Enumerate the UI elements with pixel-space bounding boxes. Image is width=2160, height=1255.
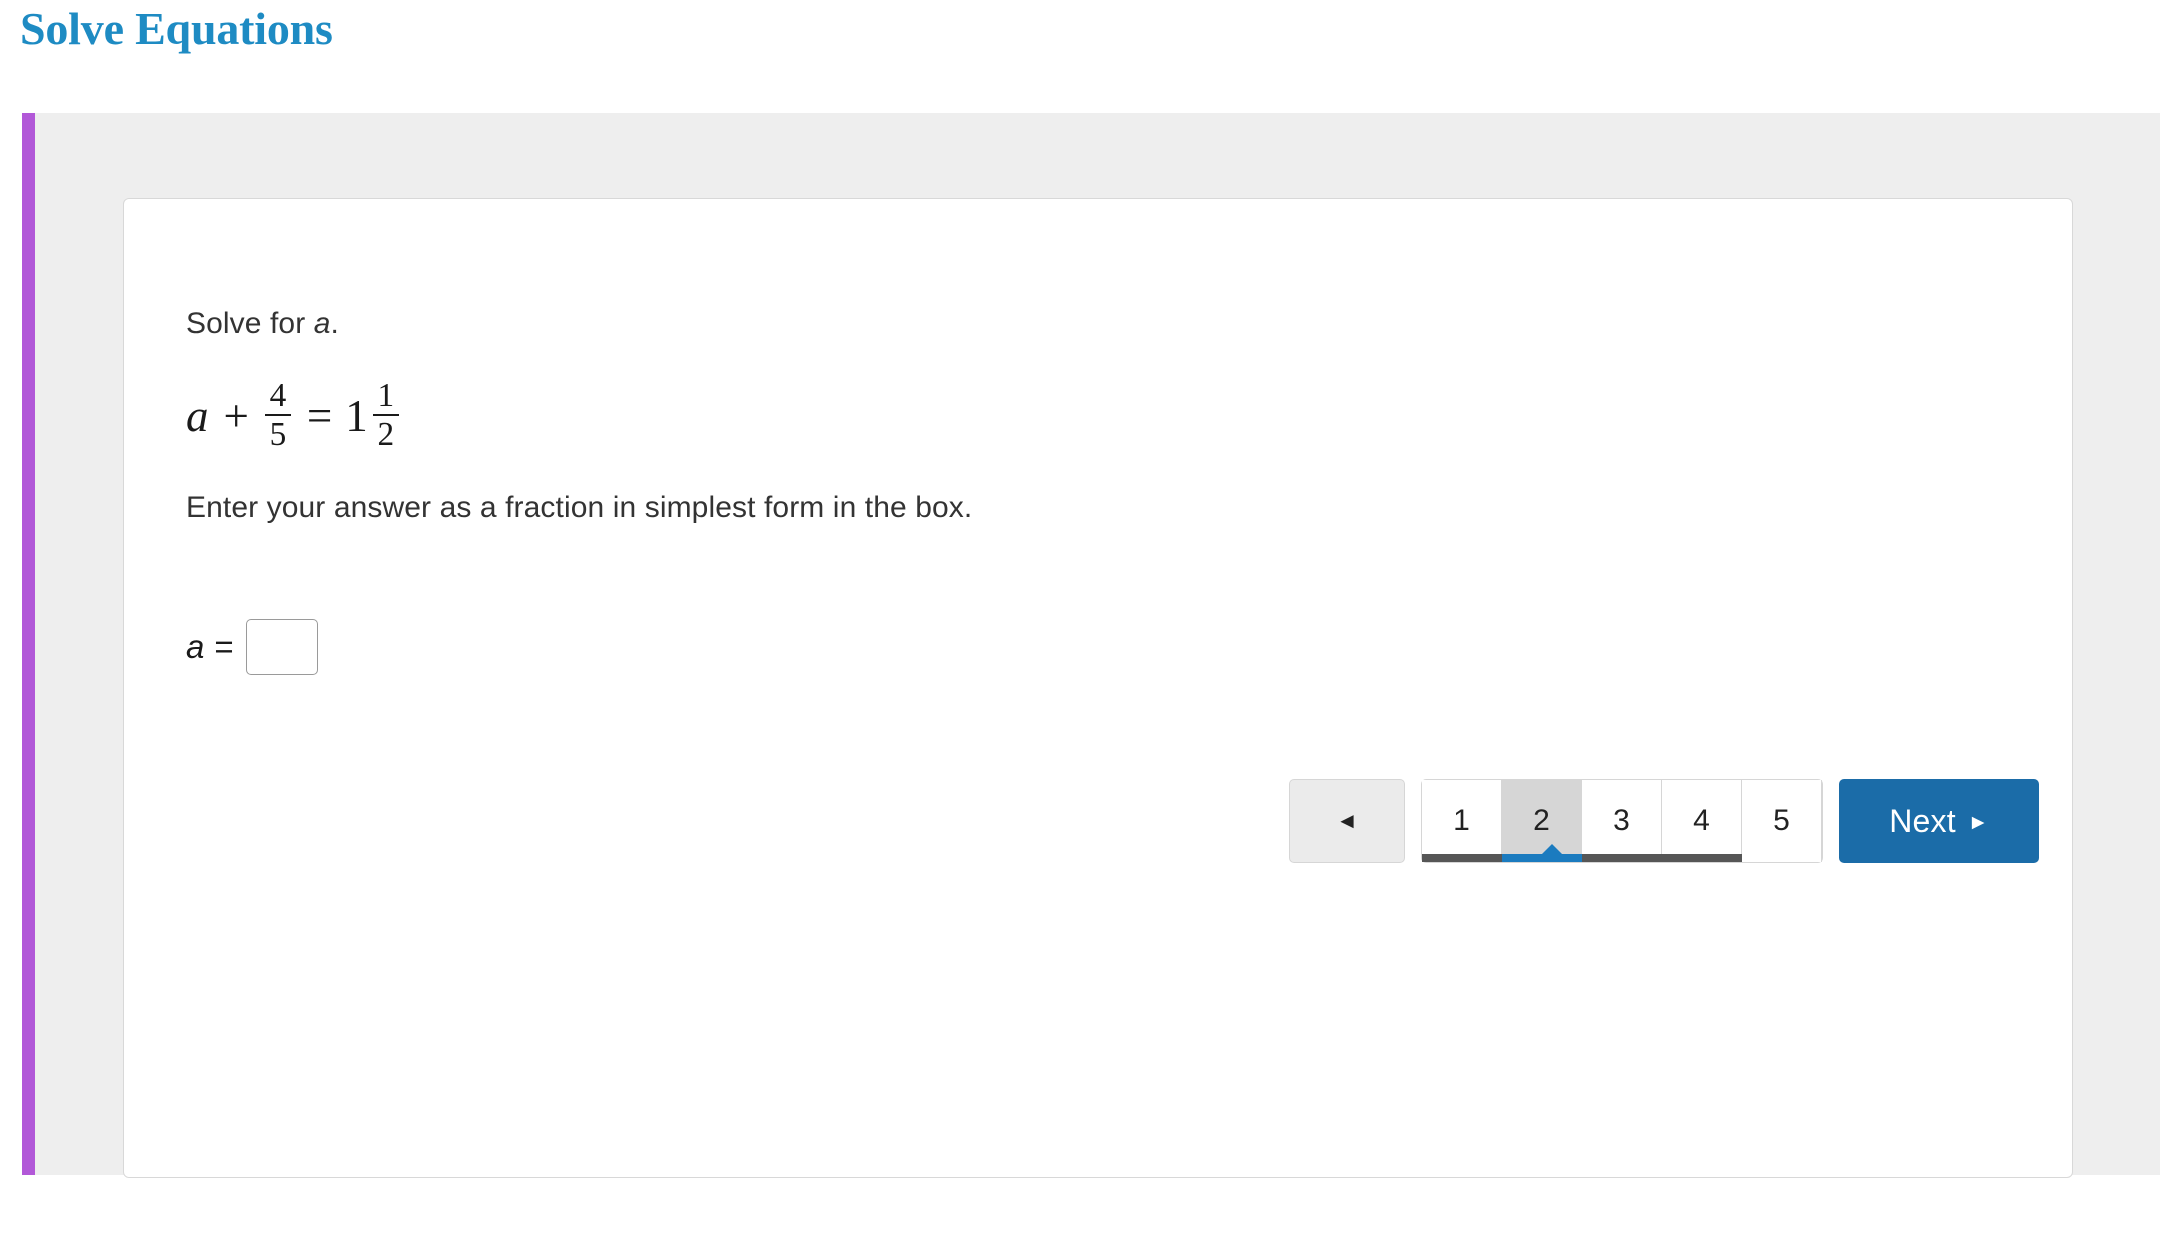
question-prompt: Solve for a. bbox=[186, 304, 2032, 343]
prompt-variable: a bbox=[313, 307, 331, 340]
current-page-caret-icon bbox=[1541, 844, 1563, 855]
answer-variable-label: a bbox=[186, 628, 205, 665]
fraction-numerator: 1 bbox=[377, 376, 395, 414]
prompt-suffix: . bbox=[330, 307, 339, 340]
triangle-right-icon: ► bbox=[1967, 810, 1989, 834]
question-content: Solve for a. a + 4 5 = 1 1 2 Enter your … bbox=[186, 304, 2032, 675]
mixed-whole-part: 1 bbox=[345, 391, 368, 441]
page-button-1[interactable]: 1 bbox=[1422, 780, 1502, 862]
panel-accent-bar bbox=[22, 113, 35, 1175]
page-button-3[interactable]: 3 bbox=[1582, 780, 1662, 862]
equation-variable: a bbox=[186, 391, 209, 441]
previous-page-button[interactable]: ◄ bbox=[1289, 779, 1405, 863]
next-button-label: Next bbox=[1889, 802, 1956, 839]
equation: a + 4 5 = 1 1 2 bbox=[186, 371, 2032, 461]
triangle-left-icon: ◄ bbox=[1336, 808, 1358, 833]
answer-row: a = bbox=[186, 619, 2032, 675]
page-number-group: 1 2 3 4 5 bbox=[1421, 779, 1823, 863]
answer-input[interactable] bbox=[245, 619, 318, 675]
next-button[interactable]: Next ► bbox=[1839, 779, 2039, 863]
pagination: ◄ 1 2 3 4 5 Next ► bbox=[1289, 779, 2039, 875]
page-title: Solve Equations bbox=[20, 3, 333, 54]
equation-equals-operator: = bbox=[306, 391, 333, 441]
equation-right-fraction: 1 2 bbox=[372, 376, 399, 453]
question-card: Solve for a. a + 4 5 = 1 1 2 Enter your … bbox=[123, 198, 2073, 1178]
answer-instruction: Enter your answer as a fraction in simpl… bbox=[186, 491, 973, 524]
prompt-prefix: Solve for bbox=[186, 307, 314, 340]
equation-left-fraction: 4 5 bbox=[264, 376, 291, 453]
page-button-5[interactable]: 5 bbox=[1742, 780, 1822, 862]
equation-right-mixed-number: 1 1 2 bbox=[345, 376, 402, 453]
fraction-denominator: 2 bbox=[377, 416, 395, 453]
answer-equals-sign: = bbox=[214, 628, 234, 665]
equation-plus-operator: + bbox=[223, 391, 249, 441]
page-button-4[interactable]: 4 bbox=[1662, 780, 1742, 862]
fraction-numerator: 4 bbox=[269, 376, 287, 414]
fraction-denominator: 5 bbox=[269, 416, 287, 453]
